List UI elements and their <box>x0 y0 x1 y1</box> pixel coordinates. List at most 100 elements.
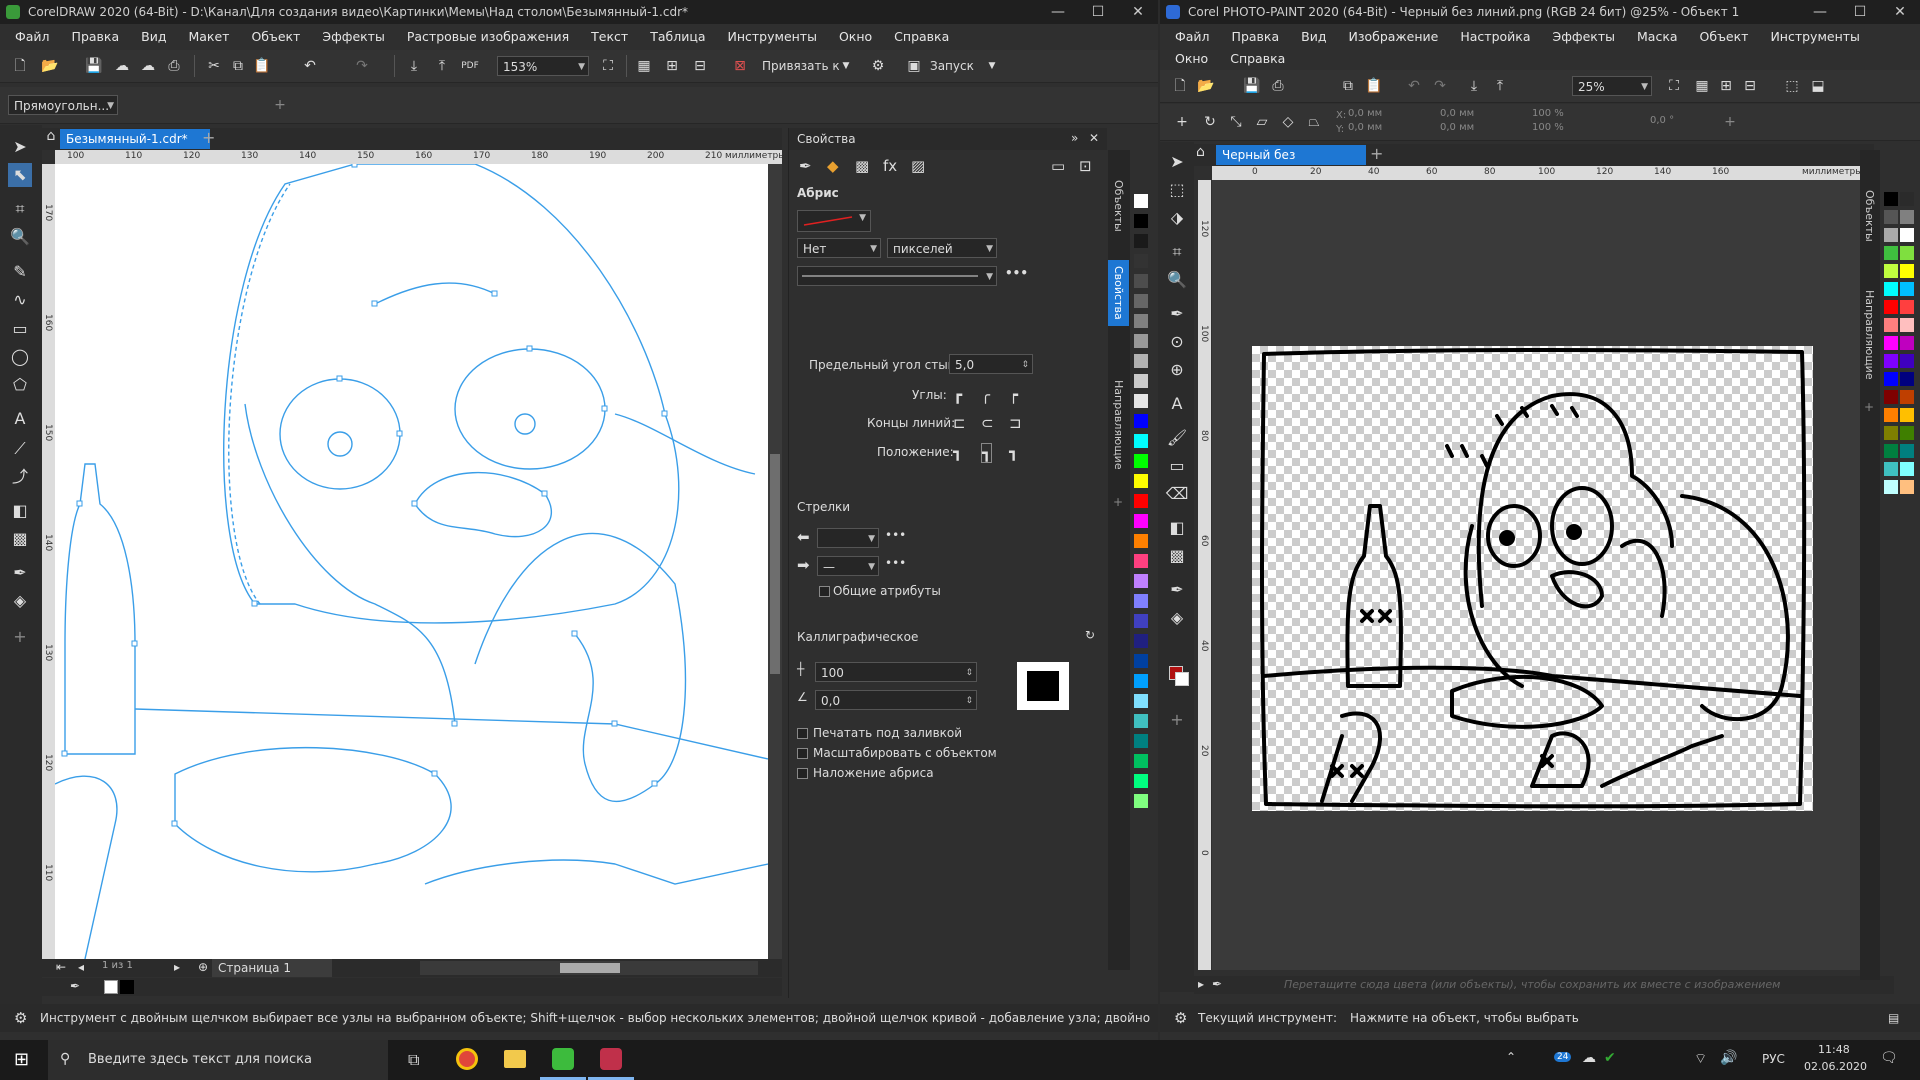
perspective-icon[interactable]: ⏢ <box>1304 112 1324 132</box>
menu-image[interactable]: Изображение <box>1337 26 1449 48</box>
scale-x-value[interactable]: 100 % <box>1532 108 1564 119</box>
color-swatch[interactable] <box>1134 334 1148 348</box>
paste-icon[interactable]: 📋 <box>252 56 272 76</box>
mask-transform-icon[interactable]: ⬗ <box>1165 206 1189 230</box>
drop-shadow-icon[interactable]: ◧ <box>1165 516 1189 540</box>
start-arrow-options-icon[interactable]: ••• <box>885 528 906 542</box>
color-swatch[interactable] <box>1134 574 1148 588</box>
connector-tool-icon[interactable]: ⤴ <box>8 465 32 489</box>
eyedropper-icon[interactable]: ✒ <box>70 979 80 993</box>
docker-expand-icon[interactable]: » <box>1071 131 1078 145</box>
save-icon[interactable]: 💾 <box>84 56 104 76</box>
color-swatch[interactable] <box>1134 614 1148 628</box>
color-swatch[interactable] <box>1884 300 1898 314</box>
rectangle-tool-icon[interactable]: ▭ <box>8 317 32 341</box>
color-swatch[interactable] <box>1134 374 1148 388</box>
add-page-icon[interactable]: ⊕ <box>198 960 208 974</box>
x-value[interactable]: 0,0 мм <box>1348 108 1382 119</box>
expand-icon[interactable]: ▸ <box>1198 977 1204 991</box>
color-swatch[interactable] <box>1884 444 1898 458</box>
scale-y-value[interactable]: 100 % <box>1532 122 1564 133</box>
text-tool-icon[interactable]: A <box>1165 392 1189 416</box>
rulers-icon[interactable]: ▦ <box>1692 76 1712 96</box>
import-icon[interactable]: ⤓ <box>404 56 424 76</box>
color-swatch[interactable] <box>1884 318 1898 332</box>
menu-adjust[interactable]: Настройка <box>1449 26 1541 48</box>
color-swatch[interactable] <box>1900 264 1914 278</box>
photopaint-app-icon[interactable] <box>600 1048 622 1070</box>
polygon-tool-icon[interactable]: ⬠ <box>8 373 32 397</box>
spin-icon[interactable]: ⇕ <box>1021 355 1029 375</box>
menu-mask[interactable]: Маска <box>1626 26 1689 48</box>
corner-bevel-icon[interactable]: ┍ <box>1009 386 1018 404</box>
zoom-fit-icon[interactable]: ⛶ <box>1664 76 1684 96</box>
menu-edit[interactable]: Правка <box>61 26 131 48</box>
color-swatch[interactable] <box>1134 494 1148 508</box>
grid-icon[interactable]: ⊞ <box>662 56 682 76</box>
background-color-swatch[interactable] <box>1175 672 1189 686</box>
text-tool-icon[interactable]: A <box>8 407 32 431</box>
export-pdf-icon[interactable]: PDF <box>460 56 480 76</box>
cloud-download-icon[interactable]: ☁ <box>138 56 158 76</box>
scale-icon[interactable]: ⤡ <box>1226 112 1246 132</box>
outline-color-picker[interactable]: ▼ <box>797 210 871 232</box>
black-swatch[interactable] <box>120 980 134 994</box>
color-swatch[interactable] <box>1134 194 1148 208</box>
color-swatch[interactable] <box>1134 454 1148 468</box>
action-center-icon[interactable]: 🗨 <box>1880 1050 1898 1066</box>
menu-view[interactable]: Вид <box>130 26 177 48</box>
color-swatch[interactable] <box>1134 794 1148 808</box>
stretch-input[interactable]: 100 ⇕ <box>815 662 977 682</box>
angle-value[interactable]: 0,0 ° <box>1650 115 1674 126</box>
menu-file[interactable]: Файл <box>4 26 61 48</box>
menu-object[interactable]: Объект <box>1689 26 1760 48</box>
add-icon[interactable]: + <box>270 95 290 115</box>
corner-round-icon[interactable]: ╭ <box>981 386 990 404</box>
color-swatch[interactable] <box>1134 734 1148 748</box>
export-icon[interactable]: ⤒ <box>432 56 452 76</box>
color-swatch[interactable] <box>1884 282 1898 296</box>
position-center-icon[interactable]: ┓ <box>981 443 993 463</box>
notification-badge[interactable]: 24 <box>1554 1052 1572 1062</box>
color-swatch[interactable] <box>1900 192 1914 206</box>
color-swatch[interactable] <box>1884 264 1898 278</box>
start-arrow-select[interactable]: ▼ <box>817 528 879 548</box>
color-swatch[interactable] <box>1134 754 1148 768</box>
reset-icon[interactable]: ↻ <box>1085 628 1095 642</box>
bitmap-tab-icon[interactable]: ▨ <box>911 157 925 175</box>
color-swatch[interactable] <box>1900 372 1914 386</box>
pp-workspace[interactable] <box>1212 180 1872 970</box>
keyboard-language[interactable]: РУС <box>1762 1052 1785 1066</box>
properties-side-tab[interactable]: Свойства <box>1108 260 1129 326</box>
pp-document-tab[interactable]: Черный без линий.p... <box>1216 145 1366 182</box>
scrollbar-thumb[interactable] <box>770 454 780 674</box>
snap-off-icon[interactable]: ⊠ <box>730 56 750 76</box>
maximize-icon[interactable]: ☐ <box>1840 0 1880 24</box>
copy-icon[interactable]: ⧉ <box>1338 76 1358 96</box>
menu-table[interactable]: Таблица <box>639 26 716 48</box>
import-icon[interactable]: ⤓ <box>1464 76 1484 96</box>
cdr-document-tab[interactable]: Безымянный-1.cdr* <box>60 129 210 149</box>
next-page-icon[interactable]: ▸ <box>174 960 180 974</box>
cap-square-icon[interactable]: ⊐ <box>1009 414 1022 432</box>
guidelines-icon[interactable]: ⊟ <box>1740 76 1760 96</box>
guides-side-tab[interactable]: Направляющие <box>1112 380 1125 470</box>
cap-butt-icon[interactable]: ⊏ <box>953 414 966 432</box>
window-icon[interactable]: ⊡ <box>1079 157 1092 175</box>
menu-view[interactable]: Вид <box>1290 26 1337 48</box>
cdr-drawing-canvas[interactable] <box>55 164 768 959</box>
close-icon[interactable]: ✕ <box>1880 0 1920 24</box>
position-inside-icon[interactable]: ┓ <box>1009 443 1018 461</box>
menu-tools[interactable]: Инструменты <box>1759 26 1870 48</box>
rotate-icon[interactable]: ↻ <box>1200 112 1220 132</box>
scrollbar-thumb[interactable] <box>560 963 620 973</box>
more-options-icon[interactable]: ••• <box>1005 266 1028 280</box>
color-swatch[interactable] <box>1884 210 1898 224</box>
pp-image-canvas[interactable] <box>1252 346 1813 811</box>
color-swatch[interactable] <box>1134 674 1148 688</box>
close-icon[interactable]: ✕ <box>1118 0 1158 24</box>
corner-miter-icon[interactable]: ┏ <box>953 386 962 404</box>
end-arrow-select[interactable]: — ▼ <box>817 556 879 576</box>
color-swatch[interactable] <box>1900 480 1914 494</box>
new-document-icon[interactable]: 🗋 <box>1170 76 1190 96</box>
